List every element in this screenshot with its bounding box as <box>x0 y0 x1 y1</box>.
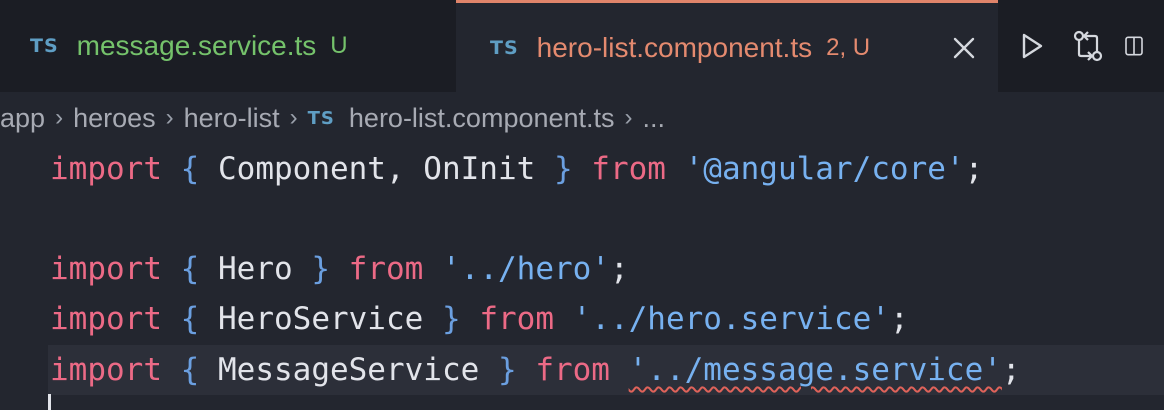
close-brace: } <box>553 151 573 187</box>
tab-problem-status: 2, U <box>826 33 871 61</box>
keyword-from: from <box>348 251 424 287</box>
breadcrumb-item-app[interactable]: app <box>0 103 45 134</box>
text-cursor <box>48 394 51 410</box>
module-path-error[interactable]: '../message.service' <box>629 352 1002 388</box>
close-brace: } <box>497 352 517 388</box>
module-path: '../hero.service' <box>572 301 890 337</box>
semicolon: ; <box>964 151 984 187</box>
open-brace: { <box>180 352 200 388</box>
semicolon: ; <box>889 301 909 337</box>
keyword-import: import <box>50 251 162 287</box>
semicolon: ; <box>609 251 629 287</box>
breadcrumb-file-label: hero-list.component.ts <box>348 102 615 133</box>
chevron-right-icon: › <box>624 104 633 131</box>
tab-filename: message.service.ts <box>76 30 317 61</box>
typescript-file-icon: TS <box>490 36 519 59</box>
open-brace: { <box>180 301 200 337</box>
breadcrumb: app › heroes › hero-list › TS hero-list.… <box>0 92 1164 144</box>
imported-names: Component, OnInit <box>218 151 536 187</box>
tab-filename: hero-list.component.ts <box>536 31 813 63</box>
code-line-1[interactable]: import { Component, OnInit } from '@angu… <box>50 144 983 194</box>
open-brace: { <box>180 251 200 287</box>
breadcrumb-item-file[interactable]: TS hero-list.component.ts <box>308 103 615 134</box>
typescript-file-icon: TS <box>30 35 59 57</box>
keyword-from: from <box>479 301 554 337</box>
keyword-import: import <box>50 352 162 388</box>
tab-git-status: U <box>330 32 348 59</box>
tab-hero-list-component[interactable]: TS hero-list.component.ts 2, U <box>456 0 998 92</box>
close-brace: } <box>311 251 330 287</box>
code-line-5[interactable]: import { MessageService } from '../messa… <box>50 345 1021 395</box>
code-line-4[interactable]: import { HeroService } from '../hero.ser… <box>50 294 909 344</box>
code-line-3[interactable]: import { Hero } from '../hero'; <box>50 244 629 294</box>
semicolon: ; <box>1001 352 1021 388</box>
breadcrumb-item-more[interactable]: ... <box>643 103 666 134</box>
module-path: '@angular/core' <box>684 151 965 187</box>
editor-tab-bar: TS message.service.ts U TS hero-list.com… <box>0 0 1164 92</box>
imported-names: Hero <box>218 251 293 287</box>
keyword-from: from <box>535 352 610 388</box>
play-icon[interactable] <box>1010 24 1054 68</box>
typescript-file-icon: TS <box>307 107 335 129</box>
code-editor[interactable]: import { Component, OnInit } from '@angu… <box>0 144 1164 410</box>
keyword-import: import <box>50 151 162 187</box>
open-brace: { <box>180 151 200 187</box>
breadcrumb-item-hero-list[interactable]: hero-list <box>184 103 280 134</box>
close-icon[interactable] <box>950 34 978 62</box>
breadcrumb-item-heroes[interactable]: heroes <box>73 103 156 134</box>
git-compare-icon[interactable] <box>1066 24 1110 68</box>
tab-message-service[interactable]: TS message.service.ts U <box>0 0 456 92</box>
keyword-import: import <box>50 301 162 337</box>
split-editor-icon[interactable] <box>1124 24 1144 68</box>
chevron-right-icon: › <box>289 104 298 131</box>
chevron-right-icon: › <box>55 104 64 131</box>
imported-names: HeroService <box>218 301 424 337</box>
imported-names: MessageService <box>218 352 480 388</box>
editor-actions <box>998 0 1144 92</box>
close-brace: } <box>441 301 461 337</box>
chevron-right-icon: › <box>165 104 174 131</box>
keyword-from: from <box>591 151 666 187</box>
module-path: '../hero' <box>442 251 610 287</box>
